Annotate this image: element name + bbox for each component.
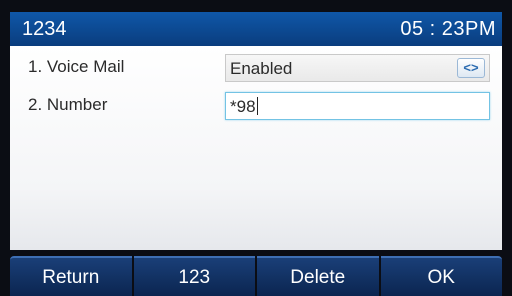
phone-screen: 1234 05 : 23PM 1. Voice Mail Enabled <> … <box>0 0 512 296</box>
delete-softkey[interactable]: Delete <box>257 256 379 296</box>
input-mode-softkey[interactable]: 123 <box>133 256 255 296</box>
return-softkey[interactable]: Return <box>10 256 132 296</box>
clock: 05 : 23PM <box>400 18 496 40</box>
account-label: 1234 <box>22 18 67 40</box>
ok-softkey[interactable]: OK <box>380 256 502 296</box>
number-label: 2. Number <box>28 95 108 114</box>
number-input[interactable]: *98 <box>225 92 490 120</box>
status-bar: 1234 05 : 23PM <box>10 12 502 46</box>
voice-mail-label: 1. Voice Mail <box>28 57 125 76</box>
text-cursor <box>256 97 258 115</box>
number-value: *98 <box>230 97 256 116</box>
switch-option-icon[interactable]: <> <box>457 58 485 78</box>
number-row[interactable]: 2. Number *98 <box>10 86 502 124</box>
voice-mail-row[interactable]: 1. Voice Mail Enabled <> <box>10 48 502 86</box>
voice-mail-select[interactable]: Enabled <> <box>225 54 490 82</box>
settings-form: 1. Voice Mail Enabled <> 2. Number *98 <box>10 46 502 250</box>
voice-mail-value: Enabled <box>230 59 293 78</box>
softkey-bar: Return 123 Delete OK <box>10 256 502 296</box>
